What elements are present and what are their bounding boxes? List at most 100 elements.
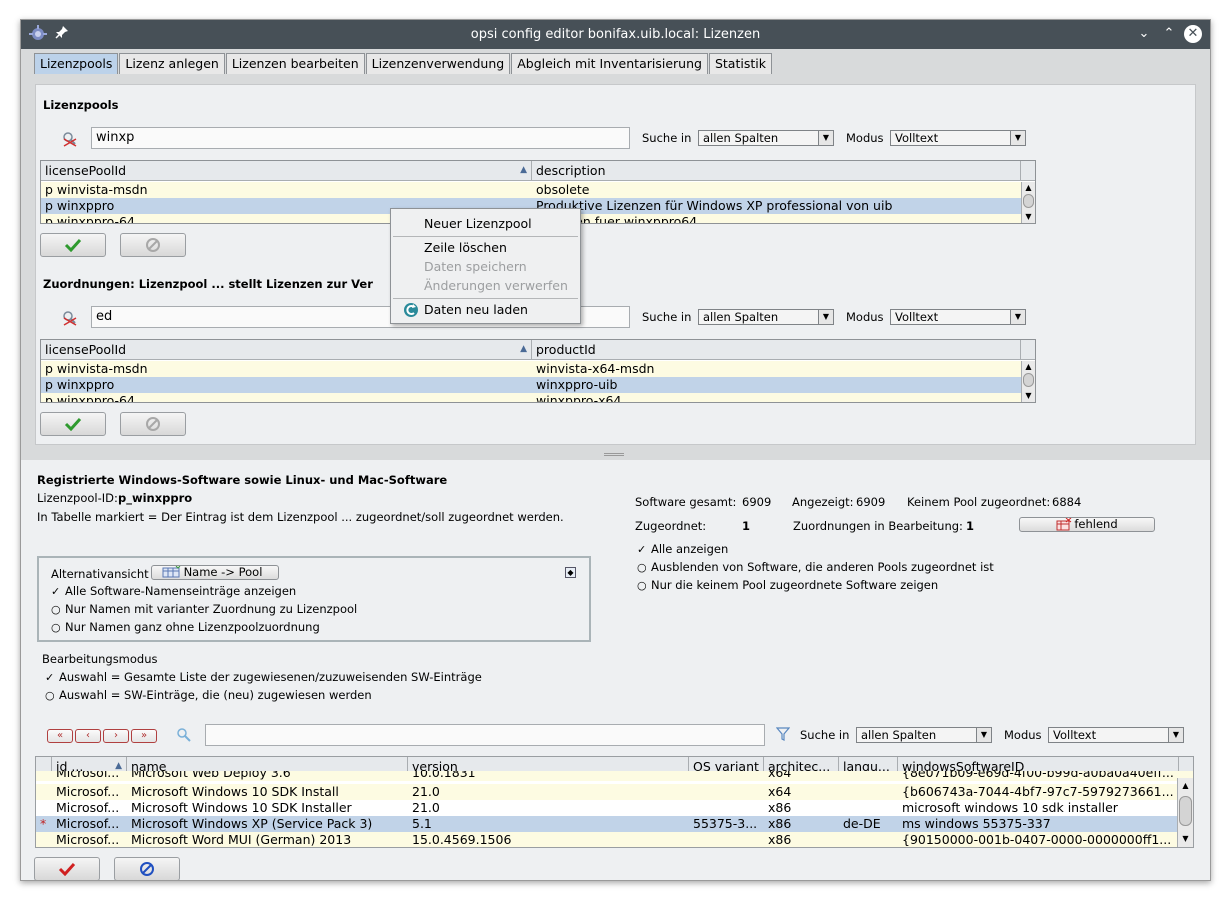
cell-os[interactable] [689, 784, 764, 800]
close-icon[interactable]: ✕ [1184, 25, 1202, 43]
col-licensepoolid[interactable]: licensePoolId ▲ [41, 340, 532, 360]
next-page-icon[interactable]: › [103, 729, 129, 743]
scroll-up-icon[interactable]: ▲ [1022, 182, 1035, 194]
cell-version[interactable]: 21.0 [408, 800, 689, 816]
cell-wsid[interactable]: ms windows 55375-337 [898, 816, 1176, 832]
scroll-down-icon[interactable]: ▼ [1178, 833, 1193, 845]
alt-option-all[interactable]: ✓ Alle Software-Namenseinträge anzeigen [51, 584, 296, 598]
cell-os[interactable] [689, 832, 764, 847]
cell-wsid[interactable]: {b606743a-7044-4bf7-97c7-5979273661... [898, 784, 1176, 800]
cell-id[interactable]: Microsof... [52, 771, 127, 781]
tab-statistik[interactable]: Statistik [708, 53, 772, 74]
cell-version[interactable]: 10.0.1831 [408, 771, 689, 781]
alt-option-variant[interactable]: ○ Nur Namen mit varianter Zuordnung zu Li… [51, 602, 357, 616]
cell-wsid[interactable]: microsoft windows 10 sdk installer [898, 800, 1176, 816]
cell-version[interactable]: 15.0.4569.1506 [408, 832, 689, 847]
search-clear-icon[interactable] [61, 130, 79, 148]
cell-os[interactable]: 55375-3... [689, 816, 764, 832]
expand-icon[interactable]: ◆ [565, 567, 576, 578]
assign-table-scrollbar[interactable]: ▲ ▼ [1021, 361, 1035, 402]
table-row-selected[interactable]: p winxppro winxppro-uib [41, 377, 1035, 393]
pools-search-in-select[interactable]: allen Spalten ▼ [698, 130, 834, 146]
filter-icon[interactable] [775, 727, 791, 744]
pools-mode-select[interactable]: Volltext ▼ [890, 130, 1026, 146]
scroll-up-icon[interactable]: ▲ [1178, 780, 1193, 792]
table-row-partial[interactable]: Microsof... Microsoft Web Deploy 3.6 10.… [36, 771, 1193, 781]
cell-name[interactable]: Microsoft Word MUI (German) 2013 [127, 832, 408, 847]
assign-cancel-button[interactable] [120, 412, 186, 436]
table-row[interactable]: Microsof... Microsoft Windows 10 SDK Ins… [36, 800, 1193, 816]
cell-productid[interactable]: winvista-x64-msdn [532, 361, 1021, 377]
tab-abgleich[interactable]: Abgleich mit Inventarisierung [511, 53, 708, 74]
menu-discard-changes[interactable]: Änderungen verwerfen [424, 277, 568, 295]
pools-search-input[interactable]: winxp [91, 127, 630, 149]
show-option-hide-others[interactable]: ○ Ausblenden von Software, die anderen Po… [637, 560, 994, 574]
pools-save-button[interactable] [40, 233, 106, 257]
name-to-pool-button[interactable]: Name -> Pool [151, 565, 279, 580]
pools-table-scrollbar[interactable]: ▲ ▼ [1021, 182, 1035, 223]
cell-lang[interactable] [839, 784, 898, 800]
cell-description[interactable]: Produktive Lizenzen für Windows XP profe… [532, 198, 1021, 214]
scroll-thumb[interactable] [1179, 796, 1192, 826]
cell-lang[interactable] [839, 832, 898, 847]
cell-arch[interactable]: x86 [764, 800, 839, 816]
menu-new-pool[interactable]: Neuer Lizenzpool [424, 215, 532, 233]
split-divider-handle[interactable] [604, 453, 624, 456]
tab-lizenzen-bearbeiten[interactable]: Lizenzen bearbeiten [225, 53, 365, 74]
show-option-all[interactable]: ✓ Alle anzeigen [637, 542, 728, 556]
tab-lizenzpools[interactable]: Lizenzpools [34, 53, 119, 74]
table-row-selected[interactable]: * Microsof... Microsoft Windows XP (Serv… [36, 816, 1193, 832]
cell-arch[interactable]: x64 [764, 784, 839, 800]
menu-save-data[interactable]: Daten speichern [424, 258, 527, 276]
assign-search-in-select[interactable]: allen Spalten ▼ [698, 309, 834, 325]
software-search-in-select[interactable]: allen Spalten ▼ [856, 727, 992, 743]
scroll-thumb[interactable] [1023, 373, 1034, 387]
minimize-icon[interactable]: ⌄ [1135, 25, 1153, 43]
cell-lang[interactable]: de-DE [839, 816, 898, 832]
pools-cancel-button[interactable] [120, 233, 186, 257]
menu-reload-data[interactable]: Daten neu laden [424, 301, 528, 319]
cell-description[interactable]: Lizenzen fuer winxppro64 [532, 214, 1021, 223]
last-page-icon[interactable]: » [131, 729, 157, 743]
cell-wsid[interactable]: {90150000-001b-0407-0000-0000000ff1... [898, 832, 1176, 847]
cell-name[interactable]: Microsoft Windows XP (Service Pack 3) [127, 816, 408, 832]
col-description[interactable]: description [532, 161, 1021, 181]
search-clear-icon[interactable] [61, 309, 79, 327]
tab-lizenzenverwendung[interactable]: Lizenzenverwendung [365, 53, 511, 74]
alt-option-nopool[interactable]: ○ Nur Namen ganz ohne Lizenzpoolzuordnung [51, 620, 320, 634]
menu-delete-row[interactable]: Zeile löschen [424, 239, 507, 257]
cell-poolid[interactable]: p winvista-msdn [41, 182, 532, 198]
software-cancel-button[interactable] [114, 857, 180, 880]
scroll-down-icon[interactable]: ▼ [1022, 390, 1035, 402]
cell-poolid[interactable]: p winvista-msdn [41, 361, 532, 377]
table-row[interactable]: Microsof... Microsoft Windows 10 SDK Ins… [36, 784, 1193, 800]
tab-lizenz-anlegen[interactable]: Lizenz anlegen [119, 53, 225, 74]
cell-arch[interactable]: x86 [764, 816, 839, 832]
software-mode-select[interactable]: Volltext ▼ [1048, 727, 1184, 743]
cell-wsid[interactable]: {8e071b09-e69d-4f00-b99d-a0ba0a40eff... [898, 771, 1176, 781]
cell-id[interactable]: Microsof... [52, 832, 127, 847]
cell-poolid[interactable]: p winxppro [41, 377, 532, 393]
table-row[interactable]: p winvista-msdn winvista-x64-msdn [41, 361, 1035, 377]
cell-arch[interactable]: x86 [764, 832, 839, 847]
col-productid[interactable]: productId [532, 340, 1021, 360]
cell-productid[interactable]: winxppro-uib [532, 377, 1021, 393]
cell-id[interactable]: Microsof... [52, 800, 127, 816]
cell-os[interactable] [689, 800, 764, 816]
scroll-thumb[interactable] [1023, 194, 1034, 208]
cell-id[interactable]: Microsof... [52, 816, 127, 832]
software-save-button[interactable] [34, 857, 100, 880]
cell-version[interactable]: 5.1 [408, 816, 689, 832]
cell-description[interactable]: obsolete [532, 182, 1021, 198]
cell-name[interactable]: Microsoft Web Deploy 3.6 [127, 771, 408, 781]
scroll-up-icon[interactable]: ▲ [1022, 361, 1035, 373]
maximize-icon[interactable]: ⌃ [1160, 25, 1178, 43]
software-table-scrollbar[interactable]: ▲ ▼ [1177, 778, 1193, 847]
col-licensepoolid[interactable]: licensePoolId ▲ [41, 161, 532, 181]
missing-button[interactable]: fehlend [1019, 517, 1155, 532]
cell-version[interactable]: 21.0 [408, 784, 689, 800]
cell-poolid[interactable]: p winxppro-64 [41, 393, 532, 402]
prev-page-icon[interactable]: ‹ [75, 729, 101, 743]
first-page-icon[interactable]: « [47, 729, 73, 743]
cell-id[interactable]: Microsof... [52, 784, 127, 800]
